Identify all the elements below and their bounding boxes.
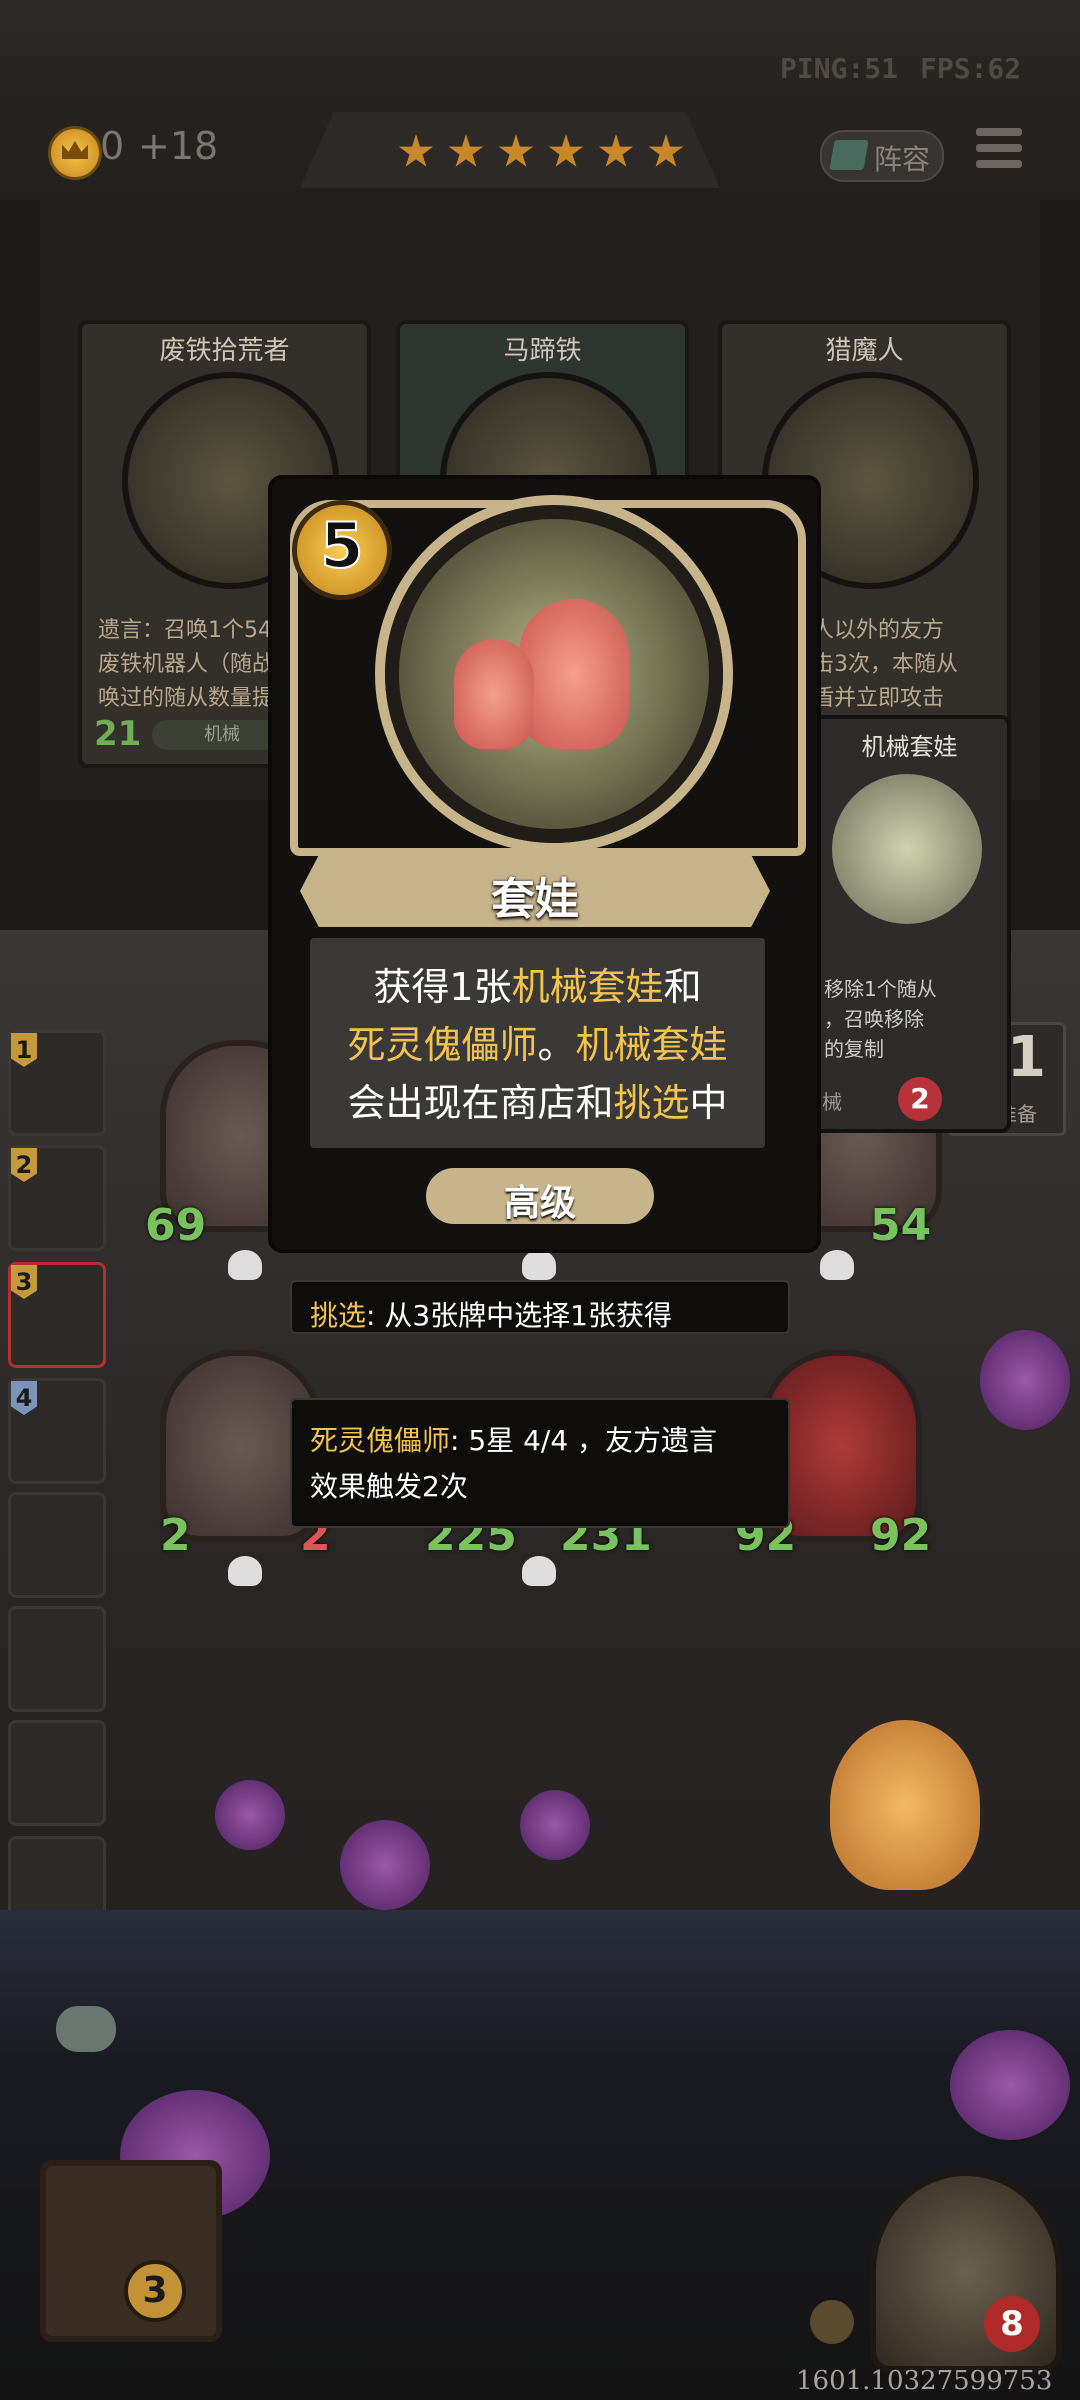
- nesting-doll-small: [454, 639, 534, 749]
- card-description: 人以外的友方 击3次，本随从 盾并立即攻击: [812, 618, 958, 711]
- star-icon: [398, 134, 434, 167]
- skull-icon: [228, 1250, 262, 1280]
- menu-icon[interactable]: [976, 128, 1022, 176]
- card-description: 移除1个随从 ，召唤移除 的复制: [824, 977, 937, 1061]
- player-slot-3[interactable]: 3: [8, 1262, 106, 1368]
- chat-icon[interactable]: [56, 2006, 116, 2052]
- star-icon: [548, 134, 584, 167]
- rose-decoration: [215, 1780, 285, 1850]
- card-name: 废铁拾荒者: [159, 336, 290, 366]
- card-tribe-tag: 械: [822, 1090, 842, 1114]
- player-slot-2[interactable]: 2: [8, 1145, 106, 1251]
- star-icon: [648, 134, 684, 167]
- card-name: 猎魔人: [825, 336, 904, 366]
- cat-pet[interactable]: [830, 1720, 980, 1890]
- player-slot-1[interactable]: 1: [8, 1030, 106, 1136]
- card-title: 套娃: [491, 874, 579, 925]
- game-session-id: 1601.10327599753: [796, 2366, 1053, 2396]
- card-art-nesting-dolls: [385, 505, 723, 843]
- tavern-tier-stars: [398, 134, 684, 170]
- ping-readout: PING:51: [780, 52, 899, 85]
- hero-power-button[interactable]: [40, 2160, 222, 2342]
- rose-decoration: [980, 1330, 1070, 1430]
- tier-badge: 5: [292, 500, 392, 600]
- hero-health-heart-icon: 8: [984, 2296, 1040, 2352]
- rose-decoration: [520, 1790, 590, 1860]
- skull-icon: [522, 1250, 556, 1280]
- player-slot-7[interactable]: [8, 1720, 106, 1826]
- player-slot-4[interactable]: 4: [8, 1378, 106, 1484]
- star-icon: [498, 134, 534, 167]
- minion-health: 92: [870, 1510, 932, 1561]
- fps-readout: FPS:62: [920, 52, 1022, 85]
- skull-icon: [820, 1250, 854, 1280]
- lineup-button[interactable]: 阵容: [820, 130, 944, 182]
- keyword-tooltip-necromancer: 死灵傀儡师: 5星 4/4 ，友方遗言 效果触发2次: [290, 1398, 790, 1528]
- skull-icon: [228, 1556, 262, 1586]
- minion-attack: 2: [160, 1510, 191, 1561]
- skull-icon: [522, 1556, 556, 1586]
- gold-amount: 0: [100, 124, 125, 168]
- related-card-mechanical-doll[interactable]: 机械套娃 移除1个随从 ，召唤移除 的复制 2 械: [808, 715, 1011, 1133]
- rose-decoration: [340, 1820, 430, 1910]
- card-name: 机械套娃: [861, 733, 958, 761]
- rose-decoration: [950, 2030, 1070, 2140]
- armor-icon: [810, 2300, 854, 2344]
- gold-coin-icon: [48, 126, 102, 180]
- gold-income: +18: [138, 124, 219, 168]
- card-description-box: 获得1张机械套娃和 死灵傀儡师。机械套娃 会出现在商店和挑选中: [310, 938, 765, 1148]
- player-slot-5[interactable]: [8, 1492, 106, 1598]
- keyword-tooltip-discover: 挑选: 从3张牌中选择1张获得: [290, 1280, 790, 1334]
- card-portrait: [832, 774, 982, 924]
- minion-attack: 69: [145, 1200, 207, 1251]
- hero-power-cost: 3: [124, 2260, 186, 2322]
- card-name: 马蹄铁: [503, 336, 582, 366]
- star-icon: [448, 134, 484, 167]
- player-slot-6[interactable]: [8, 1606, 106, 1712]
- card-attack: 21: [94, 714, 142, 754]
- minion-attack: 54: [870, 1200, 932, 1251]
- nesting-doll-large: [519, 599, 629, 749]
- star-icon: [598, 134, 634, 167]
- book-icon: [829, 140, 869, 170]
- lineup-label: 阵容: [874, 143, 931, 176]
- card-title-ribbon: 套娃: [300, 855, 770, 927]
- card-rarity-badge: 高级: [426, 1168, 654, 1224]
- card-cost: 2: [898, 1077, 942, 1121]
